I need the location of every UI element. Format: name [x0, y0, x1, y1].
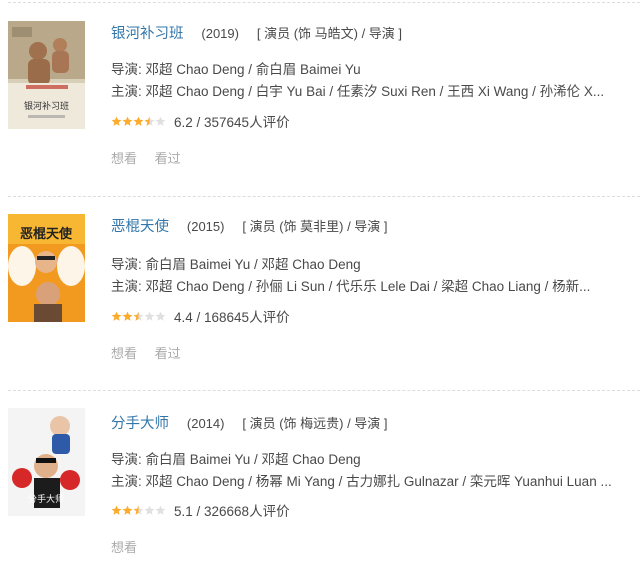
movie-roles: [ 演员 (饰 莫非里) / 导演 ]	[242, 219, 388, 234]
watched-button[interactable]: 看过	[155, 346, 181, 361]
watched-button[interactable]: 看过	[155, 151, 181, 166]
director-line: 导演: 俞白眉 Baimei Yu / 邓超 Chao Deng	[111, 452, 361, 467]
movie-entry: 恶棍天使 恶棍天使 (2015) [ 演员 (饰 莫非里) / 导演 ] 导演:…	[0, 193, 640, 383]
star-icon	[144, 116, 155, 126]
star-icon	[133, 116, 144, 126]
star-icon	[111, 116, 122, 126]
star-icon	[133, 505, 144, 515]
star-icon	[111, 505, 122, 515]
want-to-watch-button[interactable]: 想看	[111, 540, 137, 555]
star-icon	[155, 116, 166, 126]
star-icon	[155, 505, 166, 515]
movie-poster[interactable]: 恶棍天使	[8, 214, 85, 322]
svg-text:银河补习班: 银河补习班	[24, 100, 69, 112]
action-row: 想看 看过	[111, 148, 195, 167]
star-icon	[122, 505, 133, 515]
rating-stars	[111, 505, 166, 516]
title-row: 分手大师 (2014) [ 演员 (饰 梅远贵) / 导演 ]	[111, 412, 388, 433]
star-icon	[122, 116, 133, 126]
rating-stars	[111, 311, 166, 322]
rating-stars	[111, 116, 166, 127]
movie-title-link[interactable]: 恶棍天使	[111, 219, 169, 235]
rating-row: 6.2 / 357645人评价	[111, 111, 290, 131]
star-icon	[122, 311, 133, 321]
rating-score: 5.1 / 326668人评价	[174, 504, 290, 519]
movie-year: (2014)	[186, 416, 225, 431]
director-line: 导演: 邓超 Chao Deng / 俞白眉 Baimei Yu	[111, 62, 361, 77]
rating-score: 6.2 / 357645人评价	[174, 115, 290, 130]
want-to-watch-button[interactable]: 想看	[111, 346, 137, 361]
rating-row: 5.1 / 326668人评价	[111, 500, 290, 520]
poster-angel-wings-icon: 恶棍天使	[8, 214, 85, 322]
movie-title-link[interactable]: 银河补习班	[111, 26, 184, 42]
svg-text:恶棍天使: 恶棍天使	[20, 226, 73, 242]
movie-year: (2019)	[201, 26, 239, 41]
movie-poster[interactable]: 银河补习班	[8, 21, 85, 129]
title-row: 银河补习班 (2019) [ 演员 (饰 马皓文) / 导演 ]	[111, 22, 402, 43]
poster-father-and-son-icon: 银河补习班	[8, 21, 85, 129]
poster-boxing-man-icon: 分手大师	[8, 408, 85, 516]
movie-roles: [ 演员 (饰 梅远贵) / 导演 ]	[242, 416, 388, 431]
action-row: 想看 看过	[111, 343, 195, 362]
rating-row: 4.4 / 168645人评价	[111, 306, 290, 326]
want-to-watch-button[interactable]: 想看	[111, 151, 137, 166]
movie-roles: [ 演员 (饰 马皓文) / 导演 ]	[256, 26, 403, 41]
movie-poster[interactable]: 分手大师	[8, 408, 85, 516]
rating-score: 4.4 / 168645人评价	[174, 310, 290, 325]
cast-line: 主演: 邓超 Chao Deng / 杨幂 Mi Yang / 古力娜扎 Gul…	[111, 474, 611, 489]
action-row: 想看	[111, 537, 151, 556]
star-icon	[144, 311, 155, 321]
title-row: 恶棍天使 (2015) [ 演员 (饰 莫非里) / 导演 ]	[111, 215, 388, 236]
cast-line: 主演: 邓超 Chao Deng / 白宇 Yu Bai / 任素汐 Suxi …	[111, 84, 605, 99]
director-line: 导演: 俞白眉 Baimei Yu / 邓超 Chao Deng	[111, 257, 361, 272]
cast-line: 主演: 邓超 Chao Deng / 孙俪 Li Sun / 代乐乐 Lele …	[111, 279, 591, 294]
star-icon	[133, 311, 144, 321]
movie-title-link[interactable]: 分手大师	[111, 416, 169, 432]
movie-entry: 分手大师 分手大师 (2014) [ 演员 (饰 梅远贵) / 导演 ] 导演:…	[0, 390, 640, 580]
star-icon	[111, 311, 122, 321]
svg-text:分手大师: 分手大师	[28, 493, 64, 505]
star-icon	[155, 311, 166, 321]
movie-year: (2015)	[186, 219, 225, 234]
movie-entry: 银河补习班 银河补习班 (2019) [ 演员 (饰 马皓文) / 导演 ] 导…	[0, 0, 640, 190]
star-icon	[144, 505, 155, 515]
